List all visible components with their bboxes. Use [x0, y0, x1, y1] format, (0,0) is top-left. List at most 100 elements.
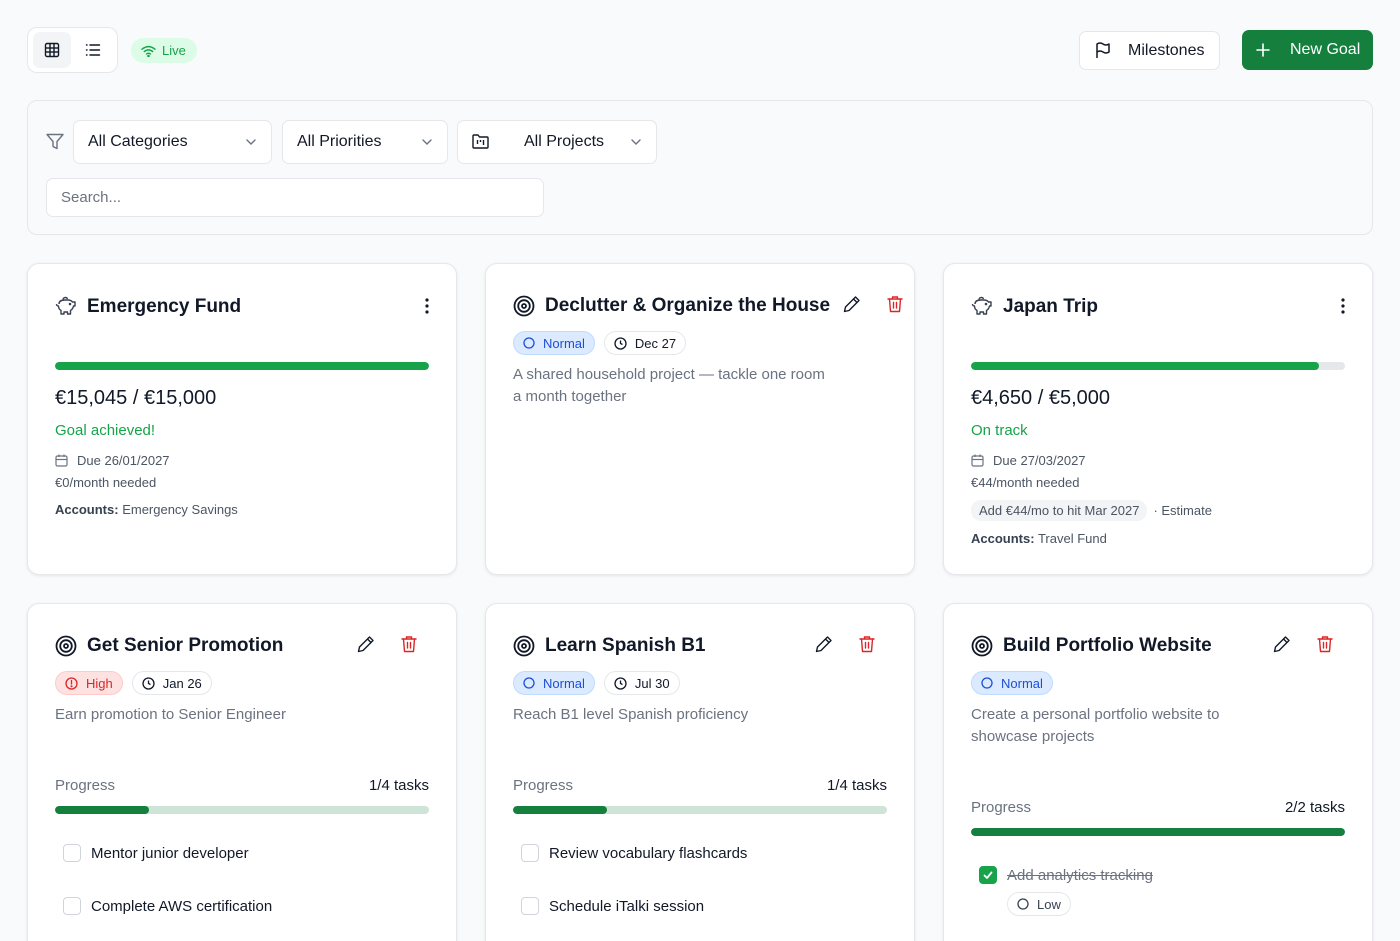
- card-header: Japan Trip: [971, 296, 1345, 318]
- savings-progress-fill: [55, 362, 429, 370]
- priority-label: Normal: [543, 675, 585, 691]
- task-label: Add analytics tracking: [1007, 866, 1153, 884]
- target-icon: [513, 635, 535, 657]
- estimate-row: Add €44/mo to hit Mar 2027 · Estimate: [971, 500, 1212, 521]
- estimate-chip: Add €44/mo to hit Mar 2027: [971, 500, 1148, 521]
- task-progress-bar: [971, 828, 1345, 836]
- goal-card-japan-trip[interactable]: Japan Trip €4,650 / €5,000 On track Due …: [943, 263, 1373, 575]
- goal-amount: €4,650 / €5,000: [971, 387, 1111, 409]
- savings-progress-bar: [55, 362, 429, 370]
- goal-title: Learn Spanish B1: [545, 635, 706, 656]
- live-label: Live: [162, 43, 186, 58]
- goal-amount: €15,045 / €15,000: [55, 387, 217, 409]
- goal-card-portfolio-website[interactable]: Build Portfolio Website Normal Create a …: [943, 603, 1373, 941]
- date-label: Jul 30: [634, 675, 670, 691]
- task-priority-badge: Low: [1007, 892, 1071, 916]
- goal-description: Create a personal portfolio website to s…: [971, 706, 1220, 745]
- target-icon: [55, 635, 77, 657]
- goal-card-declutter[interactable]: Declutter & Organize the House Normal De…: [485, 263, 915, 575]
- search-input[interactable]: [46, 178, 544, 217]
- list-icon: [85, 42, 101, 58]
- task-checkbox[interactable]: [63, 844, 81, 862]
- linked-accounts: Accounts: Travel Fund: [971, 531, 1107, 546]
- edit-pencil-icon[interactable]: [357, 635, 375, 653]
- milestones-label: Milestones: [1128, 41, 1205, 59]
- milestones-button[interactable]: Milestones: [1079, 31, 1220, 70]
- project-select[interactable]: All Projects: [457, 120, 657, 164]
- more-vertical-icon[interactable]: [1341, 298, 1345, 314]
- circle-icon: [523, 337, 535, 349]
- task-checkbox[interactable]: [63, 897, 81, 915]
- category-select[interactable]: All Categories: [73, 120, 272, 164]
- progress-count: 1/4 tasks: [826, 777, 887, 794]
- edit-pencil-icon[interactable]: [1273, 635, 1291, 653]
- progress-count: 1/4 tasks: [368, 777, 429, 794]
- trash-icon[interactable]: [401, 635, 417, 653]
- goal-badges: Normal Dec 27: [513, 331, 687, 355]
- priority-badge: Normal: [513, 331, 595, 355]
- filters-panel: All Categories All Priorities All Projec…: [27, 100, 1373, 235]
- trash-icon[interactable]: [1317, 635, 1333, 653]
- goal-status: On track: [971, 422, 1028, 439]
- task-label: Schedule iTalki session: [549, 897, 705, 915]
- circle-icon: [523, 677, 535, 689]
- card-header: Declutter & Organize the House: [513, 295, 903, 317]
- goal-card-senior-promotion[interactable]: Get Senior Promotion High Jan 26 Earn pr…: [27, 603, 457, 941]
- priority-label: Normal: [1001, 675, 1043, 691]
- task-label: Mentor junior developer: [91, 844, 249, 862]
- goal-description: A shared household project — tackle one …: [513, 366, 825, 405]
- flag-icon: [1095, 42, 1111, 59]
- task-label: Complete AWS certification: [91, 897, 273, 915]
- grid-view-button[interactable]: [33, 32, 71, 68]
- goal-title: Build Portfolio Website: [1003, 635, 1212, 656]
- clock-icon: [614, 676, 627, 690]
- goal-status: Goal achieved!: [55, 422, 156, 439]
- task-progress-label: Progress 1/4 tasks: [55, 777, 429, 794]
- priority-select[interactable]: All Priorities: [282, 120, 448, 164]
- list-view-button[interactable]: [75, 32, 113, 68]
- savings-progress-bar: [971, 362, 1345, 370]
- card-header: Get Senior Promotion: [55, 635, 429, 657]
- new-goal-button[interactable]: New Goal: [1242, 30, 1373, 70]
- goal-title: Japan Trip: [1003, 296, 1099, 317]
- circle-icon: [981, 677, 993, 689]
- due-date: Due 27/03/2027: [971, 453, 1086, 468]
- task-item: Mentor junior developer: [63, 844, 249, 862]
- more-vertical-icon[interactable]: [425, 298, 429, 314]
- trash-icon[interactable]: [859, 635, 875, 653]
- project-select-value: All Projects: [524, 133, 605, 150]
- circle-icon: [1017, 898, 1029, 910]
- due-date: Due 26/01/2027: [55, 453, 170, 468]
- task-checkbox[interactable]: [521, 844, 539, 862]
- goal-card-learn-spanish[interactable]: Learn Spanish B1 Normal Jul 30 Reach B1 …: [485, 603, 915, 941]
- task-item: Review vocabulary flashcards: [521, 844, 747, 862]
- priority-badge: Normal: [513, 671, 595, 695]
- goal-description: Reach B1 level Spanish proficiency: [513, 706, 749, 723]
- edit-pencil-icon[interactable]: [843, 295, 861, 313]
- task-label: Review vocabulary flashcards: [549, 844, 748, 862]
- task-progress-bar: [513, 806, 887, 814]
- new-goal-label: New Goal: [1290, 41, 1361, 58]
- edit-pencil-icon[interactable]: [815, 635, 833, 653]
- plus-icon: [1256, 43, 1270, 57]
- goal-title: Emergency Fund: [87, 296, 242, 317]
- target-icon: [513, 295, 535, 317]
- target-icon: [971, 635, 993, 657]
- date-badge: Dec 27: [603, 331, 687, 355]
- wifi-icon: [141, 45, 156, 57]
- date-badge: Jan 26: [131, 671, 212, 695]
- task-checkbox-checked[interactable]: [979, 866, 997, 884]
- goal-title: Get Senior Promotion: [87, 635, 284, 656]
- estimate-suffix: · Estimate: [1153, 503, 1212, 518]
- task-progress-fill: [55, 806, 149, 814]
- progress-label: Progress: [513, 777, 574, 794]
- card-actions: [357, 635, 417, 653]
- goal-badges: Normal: [971, 671, 1053, 695]
- goal-card-emergency-fund[interactable]: Emergency Fund €15,045 / €15,000 Goal ac…: [27, 263, 457, 575]
- monthly-needed: €0/month needed: [55, 475, 157, 490]
- task-checkbox[interactable]: [521, 897, 539, 915]
- trash-icon[interactable]: [887, 295, 903, 313]
- task-progress-fill: [971, 828, 1345, 836]
- goal-badges: High Jan 26: [55, 671, 212, 695]
- calendar-icon: [971, 454, 984, 467]
